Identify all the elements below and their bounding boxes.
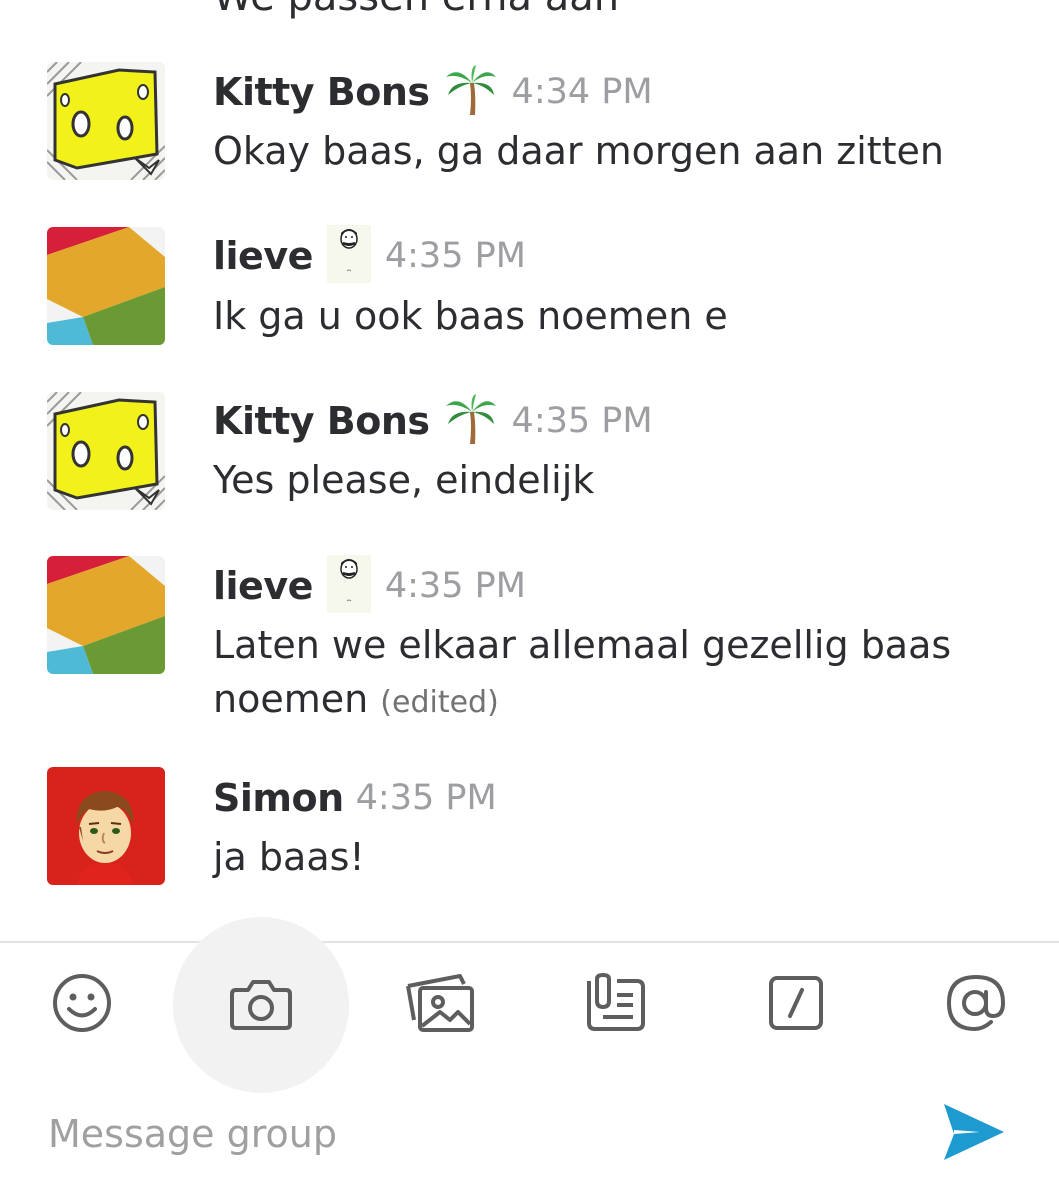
message-text: ja baas! — [213, 835, 365, 879]
mention-button[interactable] — [916, 943, 1036, 1063]
message-header: Kitty Bons 4:34 PM — [213, 65, 653, 117]
sender-name[interactable]: lieve — [213, 564, 313, 608]
composer-toolbar — [0, 917, 1059, 1093]
send-icon — [944, 1104, 1004, 1160]
palm-tree-icon — [444, 392, 498, 450]
camera-button[interactable] — [173, 917, 349, 1093]
palm-tree-icon — [444, 63, 498, 121]
cheese-avatar-icon — [47, 392, 165, 510]
message-text: Ik ga u ook baas noemen e — [213, 294, 728, 338]
avatar-kitty-bons[interactable] — [47, 62, 165, 180]
avatar-kitty-bons[interactable] — [47, 392, 165, 510]
sender-name[interactable]: Kitty Bons — [213, 70, 430, 114]
sender-name[interactable]: lieve — [213, 234, 313, 278]
edited-label: (edited) — [380, 685, 499, 720]
message-timestamp: 4:35 PM — [384, 566, 526, 606]
sender-name[interactable]: Kitty Bons — [213, 399, 430, 443]
send-button[interactable] — [940, 1100, 1006, 1166]
message-text-content: Laten we elkaar allemaal gezellig baas n… — [213, 623, 952, 721]
emoji-icon — [53, 974, 111, 1032]
message-timestamp: 4:35 PM — [355, 778, 497, 818]
cheese-avatar-icon — [47, 62, 165, 180]
message-timestamp: 4:35 PM — [511, 401, 653, 441]
avatar-lieve[interactable] — [47, 556, 165, 674]
message-header: lieve 4:35 PM — [213, 555, 526, 613]
photo-gallery-icon — [406, 974, 474, 1032]
message-text: Yes please, eindelijk — [213, 458, 595, 502]
emoji-button[interactable] — [22, 943, 142, 1063]
sender-name[interactable]: Simon — [213, 776, 344, 820]
mustache-man-icon — [326, 555, 371, 617]
partial-message-text: We passen erna aan — [213, 0, 619, 20]
message-header: lieve 4:35 PM — [213, 225, 526, 283]
mention-icon — [946, 974, 1006, 1032]
mustache-man-icon — [326, 225, 371, 287]
message-text: Laten we elkaar allemaal gezellig baas n… — [213, 618, 1013, 730]
message-text: Okay baas, ga daar morgen aan zitten — [213, 129, 945, 173]
message-timestamp: 4:35 PM — [384, 236, 526, 276]
avatar-lieve[interactable] — [47, 227, 165, 345]
slash-command-icon — [769, 976, 823, 1030]
color-block-avatar-icon — [47, 227, 165, 345]
message-timestamp: 4:34 PM — [511, 72, 653, 112]
file-icon — [587, 973, 645, 1031]
message-input[interactable] — [48, 1102, 868, 1166]
avatar-simon[interactable] — [47, 767, 165, 885]
message-composer — [0, 1090, 1059, 1180]
camera-icon — [230, 980, 292, 1030]
file-button[interactable] — [556, 943, 676, 1063]
message-header: Kitty Bons 4:35 PM — [213, 394, 653, 446]
color-block-avatar-icon — [47, 556, 165, 674]
photo-gallery-button[interactable] — [380, 943, 500, 1063]
message-header: Simon 4:35 PM — [213, 773, 497, 823]
slash-command-button[interactable] — [736, 943, 856, 1063]
mii-avatar-icon — [47, 767, 165, 885]
